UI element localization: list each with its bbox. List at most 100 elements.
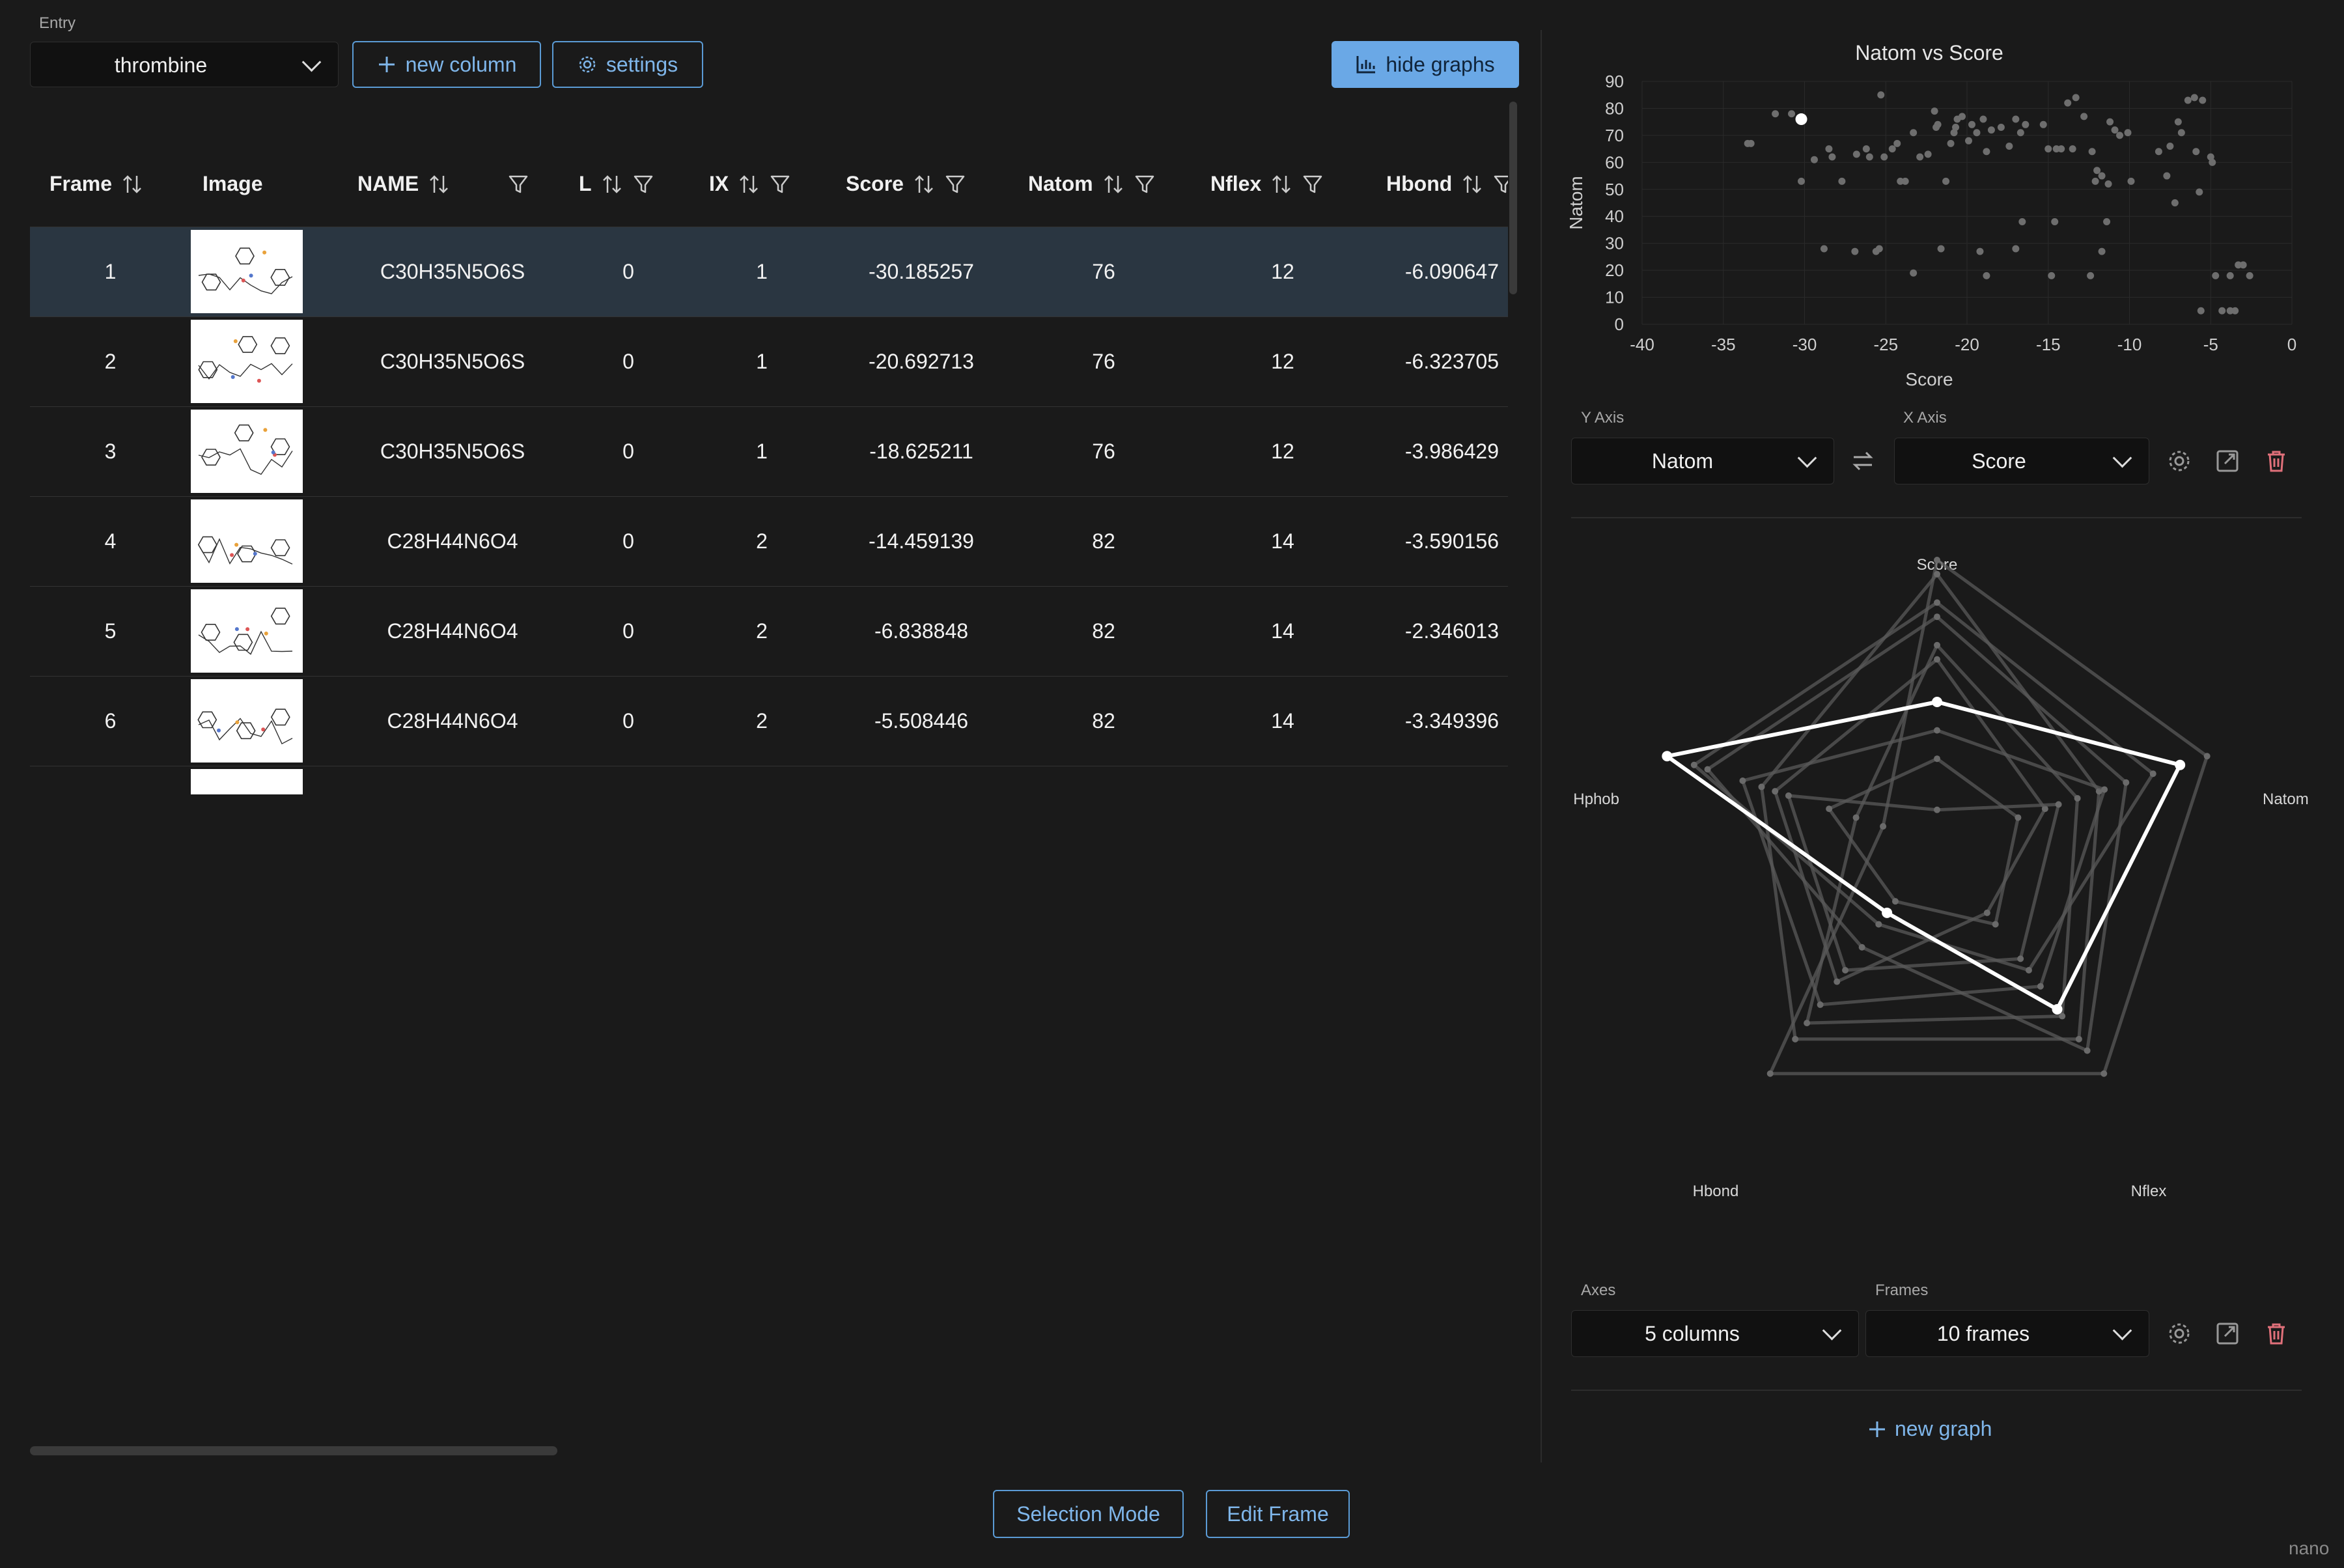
selection-mode-button[interactable]: Selection Mode: [993, 1490, 1184, 1538]
scatter-point[interactable]: [2163, 172, 2171, 180]
scatter-point[interactable]: [1875, 245, 1883, 253]
scatter-point[interactable]: [1934, 120, 1942, 128]
scatter-point[interactable]: [2087, 272, 2095, 279]
scatter-point[interactable]: [2166, 142, 2174, 150]
scatter-point[interactable]: [2058, 145, 2065, 153]
radar-series[interactable]: [1826, 757, 2020, 927]
gear-icon[interactable]: [2166, 448, 2192, 474]
scatter-point[interactable]: [2177, 129, 2185, 137]
scatter-point[interactable]: [1901, 177, 1909, 185]
column-header[interactable]: Score: [830, 142, 1012, 227]
scatter-point[interactable]: [2051, 218, 2059, 226]
filter-icon[interactable]: [769, 173, 791, 195]
scatter-point[interactable]: [2098, 247, 2106, 255]
scatter-point[interactable]: [1983, 148, 1990, 156]
scatter-point[interactable]: [1880, 153, 1888, 161]
filter-icon[interactable]: [1134, 173, 1156, 195]
filter-icon[interactable]: [1492, 173, 1508, 195]
edit-frame-button[interactable]: Edit Frame: [1206, 1490, 1350, 1538]
scatter-point[interactable]: [1983, 272, 1990, 279]
scatter-point[interactable]: [2012, 245, 2020, 253]
hide-graphs-button[interactable]: hide graphs: [1332, 41, 1519, 88]
scatter-point[interactable]: [2226, 272, 2234, 279]
panel-divider[interactable]: [1541, 30, 1542, 1463]
trash-icon[interactable]: [2263, 448, 2289, 474]
sort-icon[interactable]: [1270, 173, 1292, 195]
scatter-point[interactable]: [2018, 218, 2026, 226]
table-row[interactable]: 6 C28H44N6O4 0 2 -5.508446 82 14 -3.349396: [30, 676, 1508, 766]
gear-icon[interactable]: [2166, 1321, 2192, 1347]
scatter-point[interactable]: [2218, 307, 2226, 315]
scatter-point[interactable]: [1997, 123, 2005, 131]
trash-icon[interactable]: [2263, 1321, 2289, 1347]
sort-icon[interactable]: [601, 173, 623, 195]
scatter-point[interactable]: [1987, 126, 1995, 134]
scatter-point[interactable]: [2197, 307, 2205, 315]
scatter-point[interactable]: [2190, 94, 2198, 102]
filter-icon[interactable]: [944, 173, 966, 195]
filter-icon[interactable]: [507, 173, 529, 195]
scatter-point[interactable]: [1865, 153, 1873, 161]
scatter-point[interactable]: [2091, 177, 2099, 185]
scatter-point[interactable]: [2022, 120, 2030, 128]
scatter-point[interactable]: [2039, 120, 2047, 128]
scatter-point[interactable]: [2005, 142, 2013, 150]
scatter-point[interactable]: [1952, 123, 1960, 131]
frames-select[interactable]: 10 frames: [1865, 1310, 2149, 1357]
column-header[interactable]: Hbond: [1371, 142, 1508, 227]
sort-icon[interactable]: [1102, 173, 1124, 195]
scatter-point[interactable]: [2044, 145, 2052, 153]
scatter-point[interactable]: [2174, 118, 2182, 126]
scatter-point[interactable]: [2199, 96, 2207, 104]
scatter-point[interactable]: [1968, 120, 1975, 128]
scatter-point[interactable]: [1820, 245, 1828, 253]
scatter-point[interactable]: [1788, 110, 1796, 118]
table-row[interactable]: 3 C30H35N5O6S 0 1 -18.625211 76 12 -3.986429: [30, 406, 1508, 497]
scatter-point[interactable]: [1947, 139, 1955, 147]
scatter-point[interactable]: [1772, 110, 1779, 118]
scatter-point[interactable]: [2106, 118, 2114, 126]
table-row[interactable]: 2 C30H35N5O6S 0 1 -20.692713 76 12 -6.323705: [30, 316, 1508, 407]
scatter-point[interactable]: [2111, 126, 2119, 134]
expand-icon[interactable]: [2214, 1321, 2240, 1347]
table-row[interactable]: 1 C30H35N5O6S 0 1 -30.185257 76 12 -6.090647: [30, 227, 1508, 317]
scatter-point[interactable]: [2196, 188, 2203, 196]
y-axis-select[interactable]: Natom: [1571, 438, 1834, 484]
sort-icon[interactable]: [1461, 173, 1483, 195]
scatter-point[interactable]: [2103, 218, 2111, 226]
scatter-point[interactable]: [1924, 150, 1932, 158]
sort-icon[interactable]: [738, 173, 760, 195]
scatter-point[interactable]: [2093, 167, 2101, 175]
horizontal-scrollbar[interactable]: [30, 1446, 557, 1455]
new-graph-button[interactable]: new graph: [1867, 1417, 1992, 1441]
scatter-point[interactable]: [1798, 177, 1806, 185]
scatter-point[interactable]: [1910, 269, 1918, 277]
scatter-point[interactable]: [1959, 113, 1966, 120]
scatter-point[interactable]: [2072, 94, 2080, 102]
swap-axes-icon[interactable]: [1850, 448, 1876, 474]
x-axis-select[interactable]: Score: [1894, 438, 2149, 484]
scatter-point[interactable]: [2088, 148, 2096, 156]
scatter-point[interactable]: [2155, 148, 2162, 156]
column-header[interactable]: Image: [191, 142, 342, 227]
scatter-point[interactable]: [2012, 115, 2020, 123]
scatter-point[interactable]: [2246, 272, 2253, 279]
scatter-point[interactable]: [2104, 180, 2112, 188]
expand-icon[interactable]: [2214, 448, 2240, 474]
sort-icon[interactable]: [913, 173, 935, 195]
scatter-point[interactable]: [1838, 177, 1846, 185]
scatter-point[interactable]: [2016, 129, 2024, 137]
scatter-point[interactable]: [2239, 261, 2247, 269]
scatter-point[interactable]: [2098, 172, 2106, 180]
column-header[interactable]: Natom: [1012, 142, 1195, 227]
scatter-point[interactable]: [1964, 137, 1972, 145]
scatter-point-highlight[interactable]: [1795, 113, 1807, 126]
scatter-point[interactable]: [1828, 153, 1836, 161]
scatter-point[interactable]: [1976, 247, 1984, 255]
radar-series[interactable]: [1759, 571, 2101, 1041]
scatter-point[interactable]: [1937, 245, 1945, 253]
scatter-point[interactable]: [2116, 132, 2124, 139]
scatter-point[interactable]: [1916, 153, 1924, 161]
scatter-point[interactable]: [1851, 247, 1859, 255]
column-header[interactable]: IX: [693, 142, 830, 227]
